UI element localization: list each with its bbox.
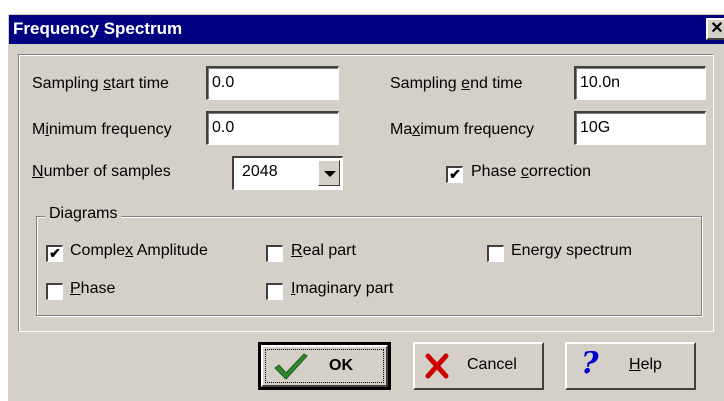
question-icon: ? (581, 346, 599, 381)
real-part-checkbox[interactable] (266, 245, 283, 262)
help-label: Help (629, 356, 662, 373)
checkmark-glyph: ✔ (49, 245, 61, 261)
energy-spectrum-checkbox[interactable] (487, 245, 504, 262)
sampling-start-label: Sampling start time (32, 75, 169, 92)
close-button[interactable]: ✕ (706, 18, 724, 40)
sampling-end-label: Sampling end time (390, 75, 523, 92)
cancel-button[interactable]: Cancel (413, 342, 544, 390)
num-samples-select[interactable]: 2048 (232, 156, 343, 190)
close-icon: ✕ (710, 20, 724, 37)
complex-amplitude-checkbox[interactable]: ✔ (46, 245, 63, 262)
diagrams-groupbox (36, 216, 702, 316)
window-title: Frequency Spectrum (13, 19, 183, 38)
title-bar: Frequency Spectrum ✕ (9, 15, 724, 44)
ok-button[interactable]: OK (258, 342, 391, 390)
num-samples-value: 2048 (242, 163, 278, 180)
help-button[interactable]: ? Help (565, 342, 696, 390)
complex-amplitude-label[interactable]: Complex Amplitude (70, 242, 208, 260)
sampling-start-input[interactable]: 0.0 (206, 66, 339, 100)
imaginary-part-checkbox[interactable] (266, 283, 283, 300)
phase-label[interactable]: Phase (70, 280, 115, 298)
checkmark-glyph: ✔ (449, 166, 461, 182)
max-frequency-input[interactable]: 10G (574, 111, 706, 145)
num-samples-label: Number of samples (32, 163, 171, 180)
x-icon (425, 353, 449, 379)
real-part-label[interactable]: Real part (291, 242, 356, 260)
max-frequency-label: Maximum frequency (390, 121, 535, 138)
min-frequency-label: Minimum frequency (32, 121, 172, 138)
phase-checkbox[interactable] (46, 283, 63, 300)
checkmark-icon (274, 353, 308, 380)
min-frequency-input[interactable]: 0.0 (206, 111, 339, 145)
imaginary-part-label[interactable]: Imaginary part (291, 280, 393, 298)
diagrams-group-title: Diagrams (45, 205, 122, 223)
sampling-end-input[interactable]: 10.0n (574, 66, 706, 100)
phase-correction-label[interactable]: Phase correction (471, 163, 591, 181)
energy-spectrum-label[interactable]: Energy spectrum (511, 242, 632, 260)
phase-correction-checkbox[interactable]: ✔ (446, 166, 463, 183)
ok-label: OK (329, 357, 353, 374)
chevron-down-icon[interactable] (318, 160, 340, 186)
cancel-label: Cancel (467, 356, 517, 373)
